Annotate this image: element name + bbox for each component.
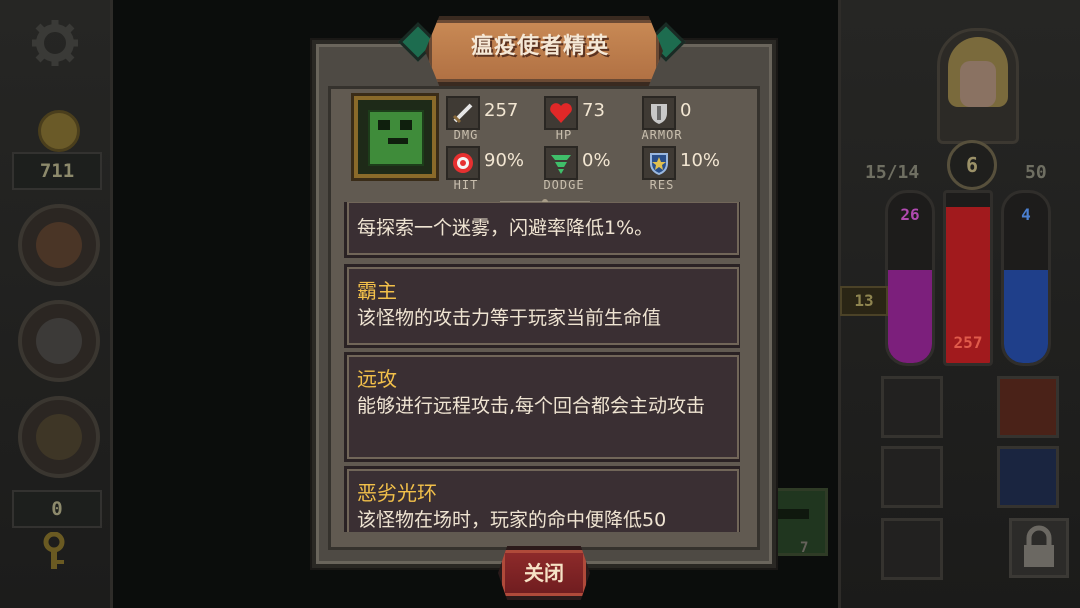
ability-desc: 该怪物的攻击力等于玩家当前生命值 bbox=[357, 307, 662, 329]
stat-res: 10% RES bbox=[642, 146, 732, 194]
right-value: 50 bbox=[1025, 162, 1047, 183]
ability-desc: 能够进行远程攻击,每个回合都会主动攻击 bbox=[357, 395, 706, 417]
ability-card-0: 每探索一个迷雾，闪避率降低1%。 bbox=[344, 202, 740, 258]
item-slot-2[interactable] bbox=[18, 300, 100, 382]
ability-card-1: 霸主 该怪物的攻击力等于玩家当前生命值 bbox=[344, 264, 740, 348]
ability-title: 远攻 bbox=[357, 367, 397, 391]
stat-hp: 73 HP bbox=[544, 96, 634, 144]
stat-hit: 90% HIT bbox=[446, 146, 536, 194]
stat-dmg: 257 DMG bbox=[446, 96, 536, 144]
resist-shield-icon bbox=[642, 146, 676, 180]
player-portrait[interactable] bbox=[937, 28, 1019, 144]
key-icon bbox=[43, 532, 65, 569]
ability-card-3: 恶劣光环 该怪物在场时，玩家的命中便降低50 bbox=[344, 466, 740, 532]
monster-portrait bbox=[354, 96, 436, 178]
key-count: 0 bbox=[12, 490, 102, 528]
gear-icon[interactable] bbox=[30, 18, 80, 68]
ability-title: 霸主 bbox=[357, 279, 397, 303]
shield-bar: 4 bbox=[1001, 190, 1051, 366]
left-sidebar: 711 0 bbox=[0, 0, 113, 608]
ability-desc: 每探索一个迷雾，闪避率降低1%。 bbox=[357, 217, 654, 239]
heart-icon bbox=[544, 96, 578, 130]
floor-indicator: 13 bbox=[840, 286, 888, 316]
player-level-badge: 6 bbox=[947, 140, 997, 190]
exp-counter: 15/14 bbox=[865, 162, 920, 183]
stat-dodge: 0% DODGE bbox=[543, 146, 634, 194]
skill-slot-5[interactable] bbox=[881, 518, 943, 580]
sword-icon bbox=[446, 96, 480, 130]
monster-tile-count: 7 bbox=[800, 540, 809, 556]
monster-stats-header: 257 DMG 73 HP 0 ARMOR 90% HIT 0% DODGE 1… bbox=[340, 90, 740, 202]
stat-armor: 0 ARMOR bbox=[641, 96, 732, 144]
item-slot-1[interactable] bbox=[18, 204, 100, 286]
ability-card-2: 远攻 能够进行远程攻击,每个回合都会主动攻击 bbox=[344, 352, 740, 462]
ability-title: 恶劣光环 bbox=[357, 481, 437, 505]
skill-slot-3[interactable] bbox=[881, 446, 943, 508]
tornado-icon bbox=[544, 146, 578, 180]
lock-icon[interactable] bbox=[1009, 518, 1069, 578]
skill-slot-2[interactable] bbox=[997, 376, 1059, 438]
skill-slot-1[interactable] bbox=[881, 376, 943, 438]
gold-count: 711 bbox=[12, 152, 102, 190]
close-button[interactable]: 关闭 bbox=[498, 546, 590, 600]
ability-desc: 该怪物在场时，玩家的命中便降低50 bbox=[357, 509, 667, 531]
target-icon bbox=[446, 146, 480, 180]
skill-slot-4[interactable] bbox=[997, 446, 1059, 508]
gold-coin-icon bbox=[38, 110, 80, 152]
shield-icon bbox=[642, 96, 676, 130]
ability-list[interactable]: 每探索一个迷雾，闪避率降低1%。 霸主 该怪物的攻击力等于玩家当前生命值 远攻 … bbox=[340, 202, 740, 532]
mana-bar: 26 bbox=[885, 190, 935, 366]
health-bar: 257 bbox=[943, 190, 993, 366]
dialog-title: 瘟疫使者精英 bbox=[470, 34, 609, 59]
item-slot-3[interactable] bbox=[18, 396, 100, 478]
